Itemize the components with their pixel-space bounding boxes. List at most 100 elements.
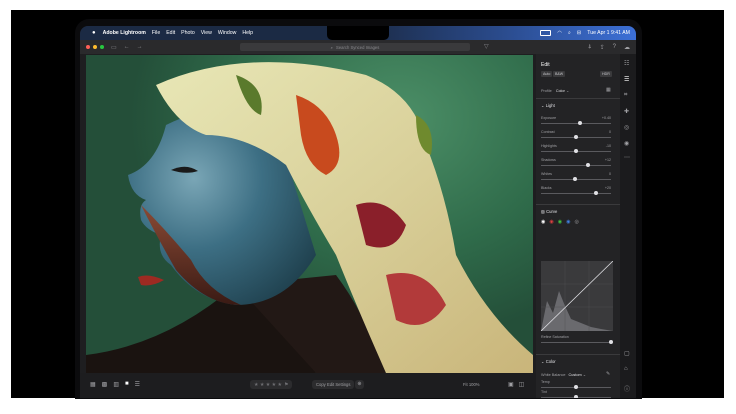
sidebar-toggle-icon[interactable]: ▭ <box>111 44 117 51</box>
profile-row[interactable]: Profile Color ⌄ <box>541 88 569 93</box>
tint-thumb[interactable] <box>574 395 578 398</box>
detail-view-icon[interactable]: ▥ <box>113 381 119 388</box>
white-balance-value[interactable]: Custom <box>569 373 582 377</box>
spotlight-icon[interactable]: ⌕ <box>568 30 571 37</box>
color-title: Color <box>545 359 556 364</box>
shadows-thumb[interactable] <box>585 163 590 167</box>
paste-settings-icon[interactable]: ⊕ <box>355 380 364 389</box>
white-balance-row[interactable]: White Balance Custom ⌄ <box>541 372 586 377</box>
masking-icon[interactable]: ◎ <box>624 124 629 131</box>
flag-icon[interactable]: ⚑ <box>284 382 288 388</box>
tint-label: Tint <box>541 390 547 394</box>
shadows-track[interactable] <box>541 165 611 166</box>
blacks-track[interactable] <box>541 193 611 194</box>
divider <box>536 98 620 99</box>
search-input[interactable]: ⌕ Search Synced Images <box>240 43 470 51</box>
profile-browser-icon[interactable]: ▦ <box>606 87 611 93</box>
tone-curve-line[interactable] <box>540 260 614 332</box>
copy-edit-settings-button[interactable]: Copy Edit Settings <box>312 380 355 389</box>
before-after-icon[interactable]: ◫ <box>519 381 525 388</box>
battery-icon[interactable] <box>540 30 552 36</box>
divider <box>536 204 620 205</box>
tag-icon[interactable]: ⌂ <box>624 366 628 372</box>
target-icon[interactable]: ◎ <box>575 219 579 225</box>
menu-photo[interactable]: Photo <box>181 30 195 36</box>
tone-curve-graph[interactable] <box>540 260 614 332</box>
hdr-button[interactable]: HDR <box>600 71 612 77</box>
curve-channel-selector[interactable]: ◉ ◉ ◉ ◉ ◎ <box>541 219 579 225</box>
menu-file[interactable]: File <box>152 30 160 36</box>
more-icon[interactable]: ⋯ <box>624 154 630 161</box>
laptop-screen: ● Adobe Lightroom File Edit Photo View W… <box>80 26 636 398</box>
forward-arrow-icon[interactable]: → <box>137 44 143 50</box>
share-icon[interactable]: ⇪ <box>600 44 605 51</box>
edit-sliders-icon[interactable]: ☰ <box>624 76 629 83</box>
apple-menu-icon[interactable]: ● <box>92 30 96 36</box>
curve-section-header[interactable]: ▨ Curve <box>541 209 557 214</box>
blue-channel-icon[interactable]: ◉ <box>566 219 570 225</box>
whites-value[interactable]: 0 <box>609 172 611 176</box>
temp-thumb[interactable] <box>574 385 578 389</box>
whites-thumb[interactable] <box>572 177 577 181</box>
light-section-header[interactable]: ⌄ Light <box>541 103 555 108</box>
blacks-thumb[interactable] <box>593 191 598 195</box>
bell-icon[interactable]: ⍋ <box>588 44 592 51</box>
menu-app-name[interactable]: Adobe Lightroom <box>103 30 146 36</box>
rating-stars[interactable]: ★ ★ ★ ★ ★ <box>254 382 282 388</box>
crop-icon[interactable]: ⌗ <box>624 92 627 99</box>
refine-saturation-thumb[interactable] <box>609 340 613 344</box>
shadows-value[interactable]: +12 <box>605 158 611 162</box>
tool-rail: ☷ ☰ ⌗ ✚ ◎ ◉ ⋯ ▢ ⌂ ⓘ <box>620 54 636 398</box>
lips-shape <box>138 275 164 286</box>
sort-icon[interactable]: ☰ <box>135 381 140 388</box>
profile-value[interactable]: Color <box>556 89 565 93</box>
back-arrow-icon[interactable]: ← <box>124 44 130 50</box>
zoom-level[interactable]: Fit 100% <box>463 382 480 387</box>
square-grid-icon[interactable]: ▩ <box>102 381 108 388</box>
clock[interactable]: Tue Apr 1 9:41 AM <box>587 30 630 36</box>
filter-icon[interactable]: ▽ <box>484 43 489 50</box>
redeye-icon[interactable]: ◉ <box>624 140 629 147</box>
portrait-image <box>86 62 533 373</box>
exposure-track[interactable] <box>541 123 611 124</box>
close-window-button[interactable] <box>86 45 90 49</box>
chevron-down-icon: ⌄ <box>565 89 570 93</box>
zoom-window-button[interactable] <box>100 45 104 49</box>
highlights-value[interactable]: -10 <box>606 144 611 148</box>
auto-button[interactable]: Auto <box>541 71 553 77</box>
red-channel-icon[interactable]: ◉ <box>549 219 553 225</box>
cloud-icon[interactable]: ☁ <box>624 44 630 51</box>
wifi-icon[interactable]: ◠ <box>557 30 562 36</box>
loupe-view-icon[interactable]: ■ <box>125 381 129 388</box>
highlights-thumb[interactable] <box>574 149 578 153</box>
refine-saturation-track[interactable] <box>541 342 611 343</box>
grid-view-icon[interactable]: ▦ <box>90 381 96 388</box>
bw-button[interactable]: B&W <box>553 71 566 77</box>
eyedropper-icon[interactable]: ✎ <box>606 371 610 377</box>
light-title: Light <box>545 103 555 108</box>
menu-edit[interactable]: Edit <box>166 30 175 36</box>
menu-help[interactable]: Help <box>242 30 253 36</box>
help-icon[interactable]: ? <box>613 44 616 50</box>
control-center-icon[interactable]: ⊟ <box>577 30 581 36</box>
color-section-header[interactable]: ⌄ Color <box>541 359 556 364</box>
info-icon[interactable]: ⓘ <box>624 384 630 393</box>
highlights-label: Highlights <box>541 144 557 148</box>
green-channel-icon[interactable]: ◉ <box>558 219 562 225</box>
menu-window[interactable]: Window <box>218 30 236 36</box>
exposure-value[interactable]: +0.40 <box>602 116 611 120</box>
healing-icon[interactable]: ✚ <box>624 108 629 115</box>
star-rating[interactable]: ★ ★ ★ ★ ★ ⚑ <box>250 380 293 389</box>
tone-curve-svg[interactable] <box>540 260 614 332</box>
menu-view[interactable]: View <box>201 30 212 36</box>
contrast-thumb[interactable] <box>574 135 578 139</box>
search-placeholder: Search Synced Images <box>336 44 380 50</box>
rgb-channel-icon[interactable]: ◉ <box>541 219 545 225</box>
chat-icon[interactable]: ▢ <box>624 350 630 357</box>
compare-icon[interactable]: ▣ <box>508 381 514 388</box>
contrast-value[interactable]: 0 <box>609 130 611 134</box>
minimize-window-button[interactable] <box>93 45 97 49</box>
blacks-value[interactable]: +20 <box>605 186 611 190</box>
exposure-thumb[interactable] <box>577 121 582 125</box>
presets-icon[interactable]: ☷ <box>624 60 629 67</box>
